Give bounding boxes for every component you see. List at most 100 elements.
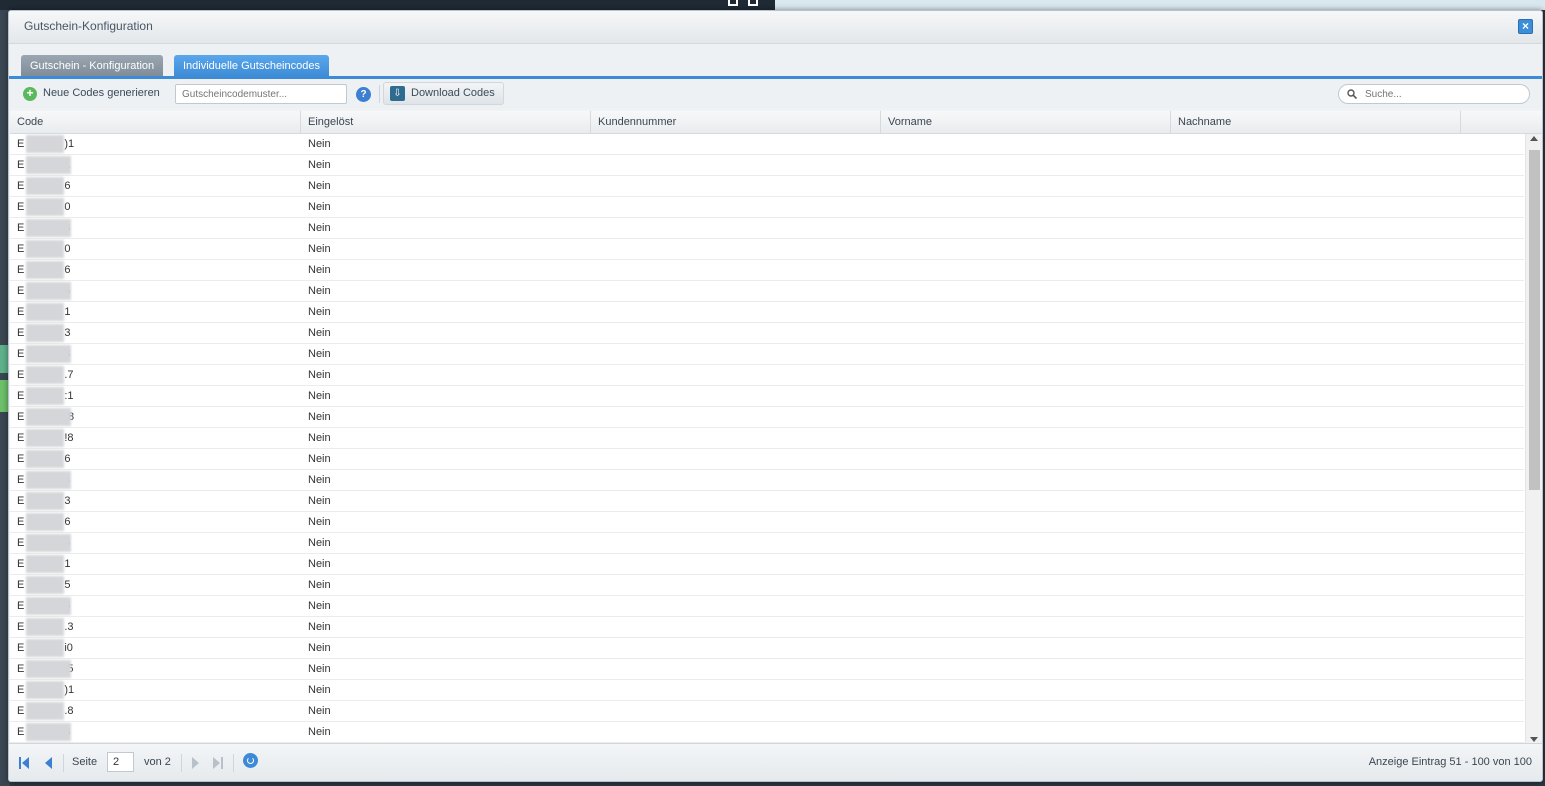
table-row[interactable]: E .7 Nein bbox=[10, 365, 1524, 386]
scroll-down-icon[interactable] bbox=[1530, 737, 1538, 742]
close-button[interactable]: × bbox=[1518, 19, 1533, 34]
code-prefix: E bbox=[17, 705, 25, 717]
table-row[interactable]: E .8 Nein bbox=[10, 701, 1524, 722]
column-header-vorname[interactable]: Vorname bbox=[881, 111, 1171, 134]
code-cell: E5 bbox=[10, 575, 301, 595]
code-cell: E0 bbox=[10, 239, 301, 259]
table-row[interactable]: E6Nein bbox=[10, 533, 1524, 554]
help-icon[interactable]: ? bbox=[356, 87, 371, 102]
table-row[interactable]: E1Nein bbox=[10, 302, 1524, 323]
redaction-blur bbox=[26, 492, 64, 510]
redaction-blur bbox=[26, 366, 64, 384]
table-row[interactable]: E:1 Nein bbox=[10, 386, 1524, 407]
tab-individuelle-gutscheincodes[interactable]: Individuelle Gutscheincodes bbox=[174, 55, 329, 77]
redaction-blur bbox=[26, 723, 71, 741]
code-suffix: .8 bbox=[64, 705, 74, 717]
eingeloest-cell: Nein bbox=[308, 621, 331, 633]
codes-grid: Code Eingelöst Kundennummer Vorname Nach… bbox=[10, 111, 1542, 745]
redaction-blur bbox=[26, 471, 71, 489]
eingeloest-cell: Nein bbox=[308, 285, 331, 297]
code-cell: E1 bbox=[10, 155, 301, 175]
eingeloest-cell: Nein bbox=[308, 348, 331, 360]
last-page-icon[interactable] bbox=[213, 757, 223, 769]
eingeloest-cell: Nein bbox=[308, 516, 331, 528]
redaction-blur bbox=[26, 282, 71, 300]
redaction-blur bbox=[26, 387, 64, 405]
code-prefix: E bbox=[17, 474, 25, 486]
code-suffix: 6 bbox=[64, 180, 71, 192]
table-row[interactable]: E)1 Nein bbox=[10, 134, 1524, 155]
table-row[interactable]: E3Nein bbox=[10, 218, 1524, 239]
table-row[interactable]: E6Nein bbox=[10, 260, 1524, 281]
tab-gutschein-konfiguration[interactable]: Gutschein - Konfiguration bbox=[21, 55, 164, 77]
search-input[interactable] bbox=[1365, 87, 1515, 102]
pager-separator bbox=[181, 754, 182, 772]
table-row[interactable]: E1Nein bbox=[10, 554, 1524, 575]
table-row[interactable]: E .3 Nein bbox=[10, 617, 1524, 638]
vertical-scrollbar[interactable] bbox=[1525, 134, 1542, 745]
code-prefix: E bbox=[17, 222, 25, 234]
column-header-kundennummer[interactable]: Kundennummer bbox=[591, 111, 881, 134]
refresh-icon[interactable] bbox=[243, 753, 258, 768]
redaction-blur bbox=[26, 261, 64, 279]
table-row[interactable]: E 0 Nein bbox=[10, 239, 1524, 260]
scroll-up-icon[interactable] bbox=[1530, 136, 1538, 141]
column-header-nachname[interactable]: Nachname bbox=[1171, 111, 1461, 134]
code-prefix: E bbox=[17, 327, 25, 339]
code-prefix: E bbox=[17, 411, 25, 423]
next-page-icon[interactable] bbox=[192, 757, 199, 769]
download-codes-label: Download Codes bbox=[411, 87, 495, 99]
code-cell: E !8 bbox=[10, 428, 301, 448]
table-row[interactable]: E)1 Nein bbox=[10, 680, 1524, 701]
scroll-thumb[interactable] bbox=[1529, 150, 1540, 490]
code-suffix: 1 bbox=[64, 306, 71, 318]
first-page-icon[interactable] bbox=[19, 757, 29, 769]
table-row[interactable]: E3Nein bbox=[10, 722, 1524, 743]
search-box[interactable] bbox=[1338, 84, 1530, 104]
table-row[interactable]: E1Nein bbox=[10, 155, 1524, 176]
download-codes-button[interactable]: ⇩ Download Codes bbox=[383, 82, 504, 105]
code-cell: E0 bbox=[10, 197, 301, 217]
pager-separator bbox=[233, 754, 234, 772]
table-row[interactable]: E6Nein bbox=[10, 512, 1524, 533]
generate-codes-button[interactable]: + Neue Codes generieren bbox=[17, 82, 168, 105]
code-prefix: E bbox=[17, 453, 25, 465]
table-row[interactable]: E4 Nein bbox=[10, 470, 1524, 491]
table-row[interactable]: E5Nein bbox=[10, 281, 1524, 302]
redaction-blur bbox=[26, 303, 64, 321]
page-number-input[interactable] bbox=[107, 752, 134, 772]
code-prefix: E bbox=[17, 663, 25, 675]
table-row[interactable]: E8 Nein bbox=[10, 344, 1524, 365]
table-row[interactable]: E6Nein bbox=[10, 176, 1524, 197]
previous-page-icon[interactable] bbox=[45, 757, 52, 769]
redaction-blur bbox=[26, 156, 71, 174]
table-row[interactable]: E:5 Nein bbox=[10, 659, 1524, 680]
eingeloest-cell: Nein bbox=[308, 600, 331, 612]
column-header-code[interactable]: Code bbox=[10, 111, 301, 134]
code-prefix: E bbox=[17, 159, 25, 171]
column-header-eingeloest[interactable]: Eingelöst bbox=[301, 111, 591, 134]
redaction-blur bbox=[26, 639, 64, 657]
eingeloest-cell: Nein bbox=[308, 558, 331, 570]
table-row[interactable]: E6Nein bbox=[10, 596, 1524, 617]
table-row[interactable]: E)8 Nein bbox=[10, 407, 1524, 428]
code-cell: E)8 bbox=[10, 407, 301, 427]
table-row[interactable]: E3Nein bbox=[10, 323, 1524, 344]
code-cell: E:5 bbox=[10, 659, 301, 679]
table-row[interactable]: E !8 Nein bbox=[10, 428, 1524, 449]
code-cell: E3 bbox=[10, 323, 301, 343]
code-pattern-input[interactable] bbox=[175, 84, 347, 104]
download-icon: ⇩ bbox=[390, 86, 405, 101]
table-row[interactable]: E6Nein bbox=[10, 449, 1524, 470]
code-suffix: 3 bbox=[64, 327, 71, 339]
table-row[interactable]: Ei0 Nein bbox=[10, 638, 1524, 659]
code-prefix: E bbox=[17, 558, 25, 570]
table-row[interactable]: E 0 Nein bbox=[10, 197, 1524, 218]
eingeloest-cell: Nein bbox=[308, 726, 331, 738]
table-row[interactable]: E5Nein bbox=[10, 575, 1524, 596]
eingeloest-cell: Nein bbox=[308, 390, 331, 402]
table-row[interactable]: E3Nein bbox=[10, 491, 1524, 512]
code-prefix: E bbox=[17, 684, 25, 696]
background-app-strip bbox=[0, 0, 775, 10]
code-suffix: !8 bbox=[64, 432, 74, 444]
